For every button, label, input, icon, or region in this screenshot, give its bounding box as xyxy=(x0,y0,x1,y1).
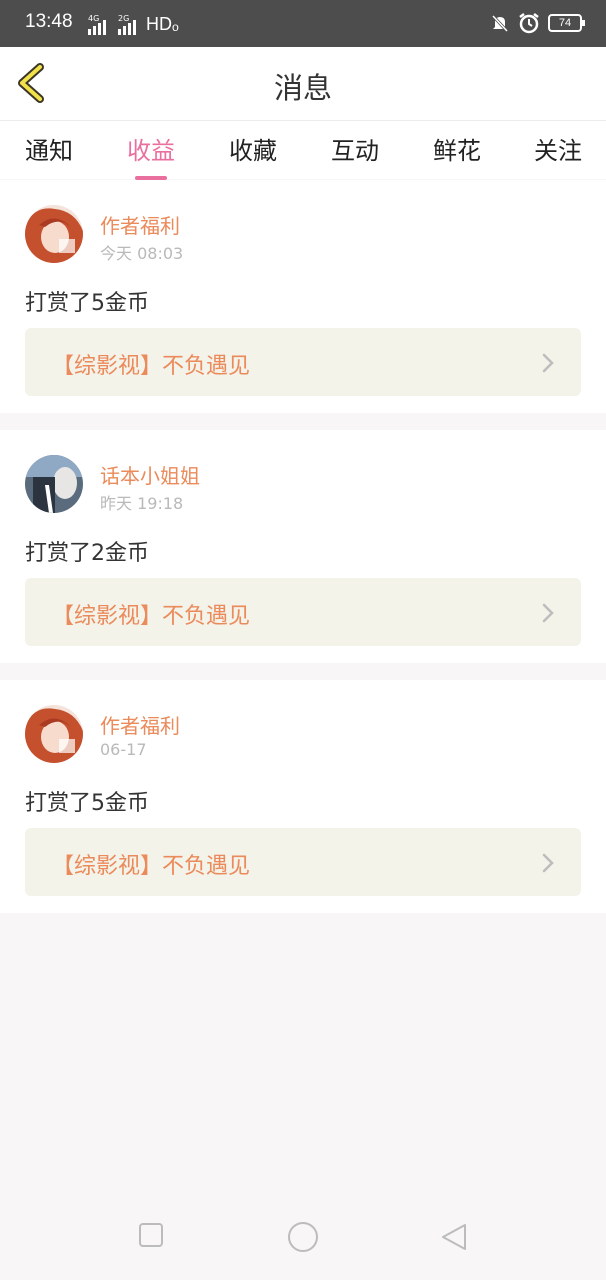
message-time: 昨天 19:18 xyxy=(100,494,184,513)
page-title: 消息 xyxy=(273,71,332,105)
tab-flowers[interactable]: 鲜花 xyxy=(433,131,481,166)
signal-2g-label: 2G xyxy=(118,14,130,23)
message-card: 话本小姐姐 昨天 19:18 打赏了2金币 【综影视】不负遇见 xyxy=(0,430,606,663)
signal-4g-icon: 4G xyxy=(88,14,106,35)
avatar[interactable] xyxy=(25,205,83,263)
book-title: 【综影视】不负遇见 xyxy=(52,854,251,879)
chevron-right-icon xyxy=(542,603,554,623)
tab-earnings[interactable]: 收益 xyxy=(127,131,175,180)
system-nav-bar xyxy=(0,1200,606,1280)
status-right: 74 xyxy=(490,12,585,34)
book-link[interactable]: 【综影视】不负遇见 xyxy=(25,328,581,396)
tab-favorites[interactable]: 收藏 xyxy=(229,131,277,166)
message-text: 打赏了5金币 xyxy=(25,791,149,816)
message-text: 打赏了2金币 xyxy=(25,541,149,566)
chevron-right-icon xyxy=(542,353,554,373)
status-bar: 13:48 4G 2G HDₒ 74 xyxy=(0,0,606,47)
anime-girl-avatar-icon xyxy=(25,205,83,263)
alarm-icon xyxy=(519,13,539,34)
message-card: 作者福利 今天 08:03 打赏了5金币 【综影视】不负遇见 xyxy=(0,180,606,413)
battery-level: 74 xyxy=(558,17,572,29)
message-text: 打赏了5金币 xyxy=(25,291,149,316)
tab-notifications[interactable]: 通知 xyxy=(25,131,73,166)
avatar[interactable] xyxy=(25,455,83,513)
anime-girl-avatar-icon xyxy=(25,705,83,763)
network-type: HDₒ xyxy=(146,14,179,34)
tab-interactions[interactable]: 互动 xyxy=(331,131,379,166)
book-link[interactable]: 【综影视】不负遇见 xyxy=(25,828,581,896)
back-triangle-icon[interactable] xyxy=(440,1222,468,1252)
tab-following[interactable]: 关注 xyxy=(534,131,582,166)
photo-avatar-icon xyxy=(25,455,83,513)
top-navbar: 消息 xyxy=(0,47,606,121)
mute-bell-icon xyxy=(491,14,509,33)
recent-apps-icon[interactable] xyxy=(138,1222,164,1248)
home-icon[interactable] xyxy=(287,1221,319,1253)
signal-indicators: 4G 2G HDₒ xyxy=(88,14,179,35)
status-time: 13:48 xyxy=(25,11,73,32)
sender-name[interactable]: 话本小姐姐 xyxy=(100,460,200,489)
tab-bar: 通知 收益 收藏 互动 鲜花 关注 xyxy=(0,121,606,180)
battery-icon: 74 xyxy=(548,14,585,32)
book-link[interactable]: 【综影视】不负遇见 xyxy=(25,578,581,646)
signal-2g-icon: 2G xyxy=(118,14,136,35)
message-card: 作者福利 06-17 打赏了5金币 【综影视】不负遇见 xyxy=(0,680,606,913)
avatar[interactable] xyxy=(25,705,83,763)
message-time: 今天 08:03 xyxy=(100,244,184,263)
signal-4g-label: 4G xyxy=(88,14,100,23)
book-title: 【综影视】不负遇见 xyxy=(52,354,251,379)
chevron-right-icon xyxy=(542,853,554,873)
message-time: 06-17 xyxy=(100,740,147,759)
book-title: 【综影视】不负遇见 xyxy=(52,604,251,629)
sender-name[interactable]: 作者福利 xyxy=(100,210,180,239)
sender-name[interactable]: 作者福利 xyxy=(100,710,180,739)
